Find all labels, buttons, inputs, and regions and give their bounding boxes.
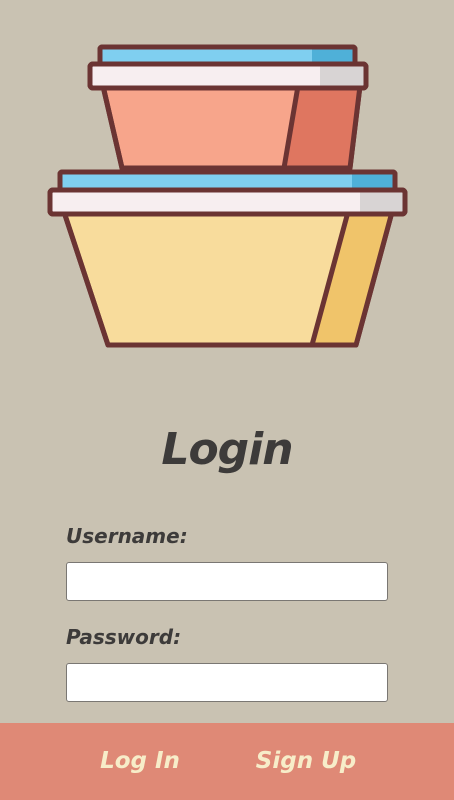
username-input[interactable] <box>66 562 388 601</box>
password-input[interactable] <box>66 663 388 702</box>
username-label: Username: <box>66 524 188 548</box>
bottom-action-bar: Log In Sign Up <box>0 723 454 800</box>
page-title: Login <box>161 424 293 475</box>
password-label: Password: <box>66 625 182 649</box>
signup-button[interactable]: Sign Up <box>245 723 367 800</box>
stacked-food-containers-icon <box>47 44 408 348</box>
login-button[interactable]: Log In <box>90 723 190 800</box>
